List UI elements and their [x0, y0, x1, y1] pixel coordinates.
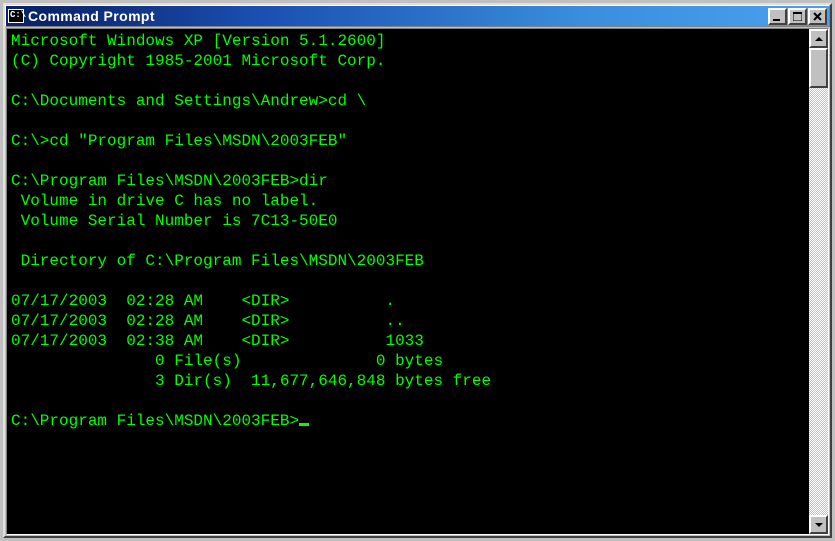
scroll-up-button[interactable] — [809, 29, 828, 48]
console-area: Microsoft Windows XP [Version 5.1.2600] … — [6, 28, 829, 535]
console-output[interactable]: Microsoft Windows XP [Version 5.1.2600] … — [7, 29, 809, 534]
scroll-down-button[interactable] — [809, 515, 828, 534]
window-title: Command Prompt — [28, 8, 768, 24]
minimize-button[interactable] — [768, 8, 787, 25]
chevron-up-icon — [815, 37, 823, 41]
close-icon — [813, 12, 822, 21]
command-prompt-window: C:\ Command Prompt Microsoft Windows XP … — [3, 3, 832, 538]
scrollbar-track[interactable] — [809, 48, 828, 515]
window-buttons — [768, 8, 827, 25]
vertical-scrollbar[interactable] — [809, 29, 828, 534]
minimize-icon — [773, 12, 782, 21]
maximize-icon — [793, 12, 802, 21]
scrollbar-thumb[interactable] — [809, 48, 828, 88]
chevron-down-icon — [815, 523, 823, 527]
cmd-icon: C:\ — [8, 9, 24, 23]
titlebar[interactable]: C:\ Command Prompt — [5, 5, 830, 27]
maximize-button[interactable] — [788, 8, 807, 25]
cursor — [299, 423, 309, 426]
close-button[interactable] — [808, 8, 827, 25]
